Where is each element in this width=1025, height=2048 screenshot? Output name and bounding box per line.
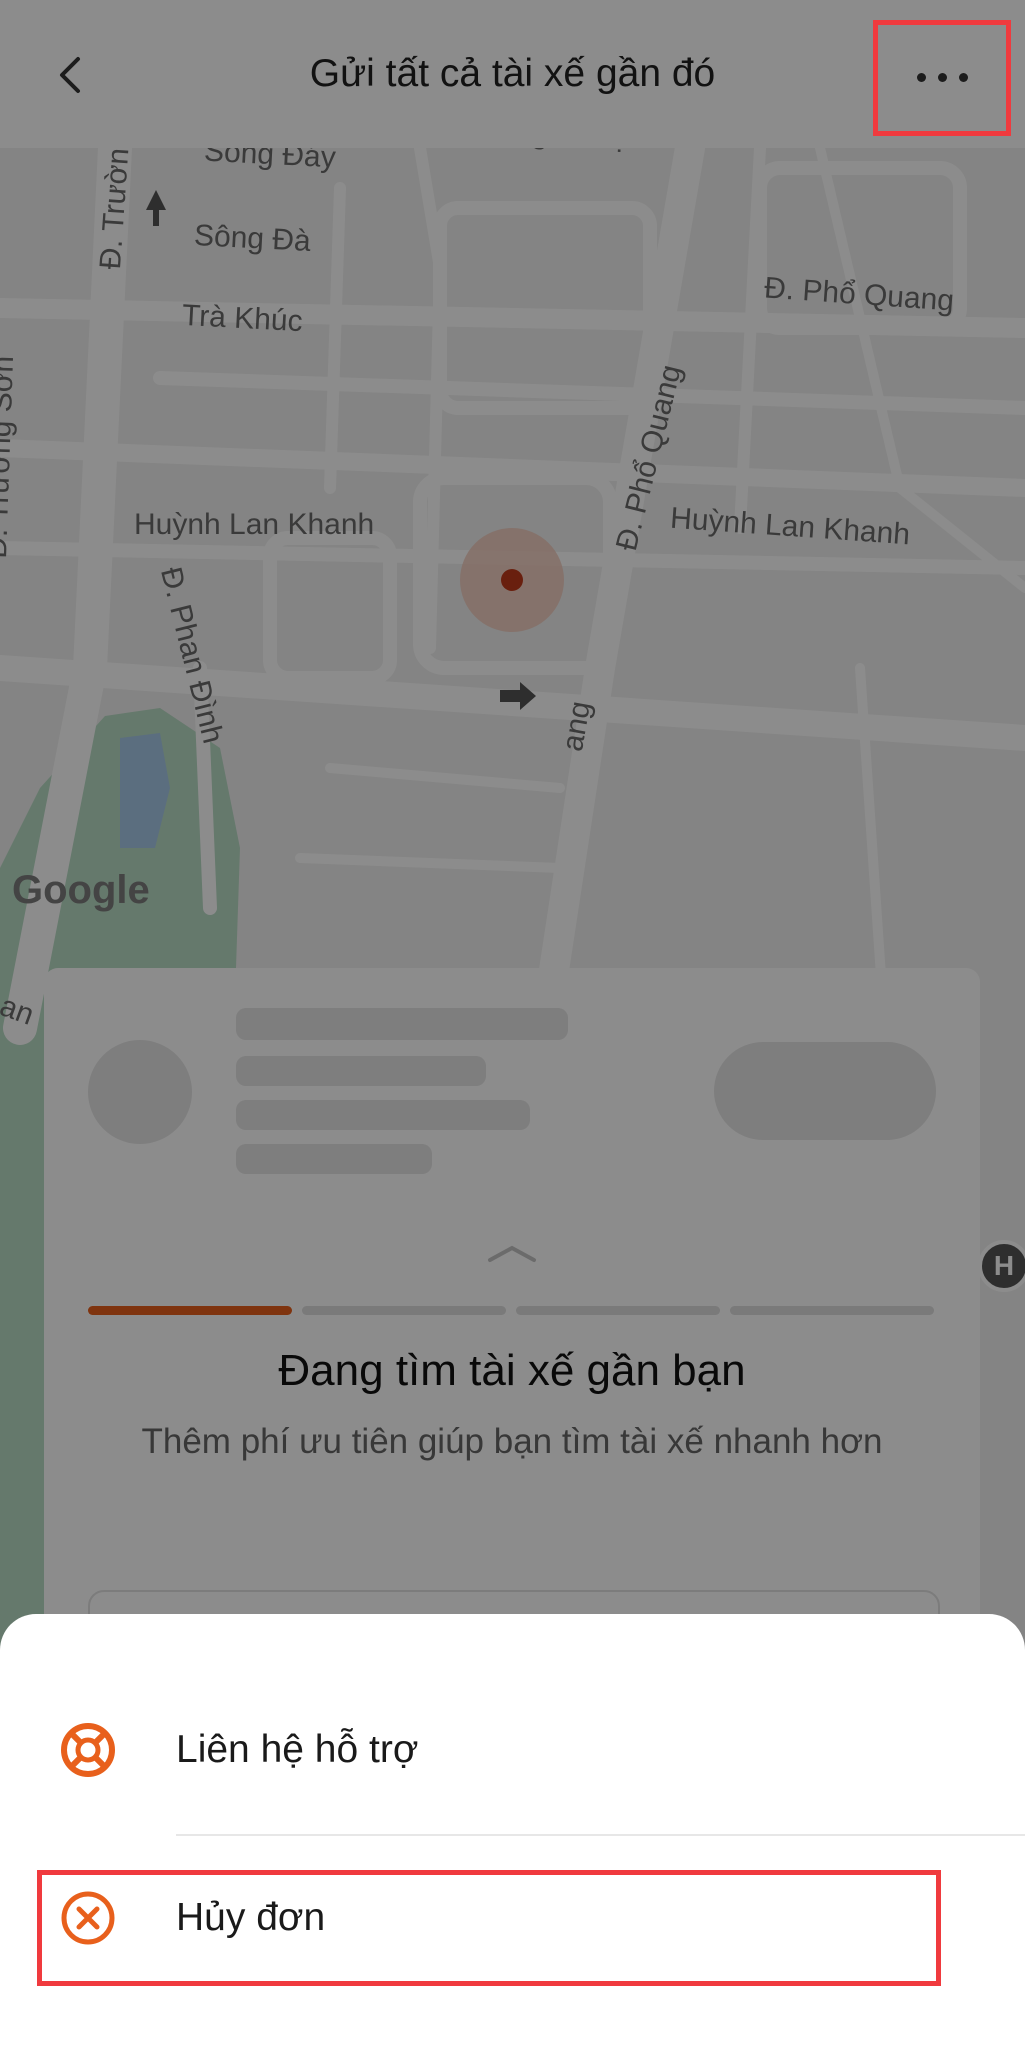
lifebuoy-icon: [58, 1720, 118, 1780]
app-screen: Sông Nhuệ Sông Đáy Sông Đà Trà Khúc Đ. P…: [0, 0, 1025, 2048]
cancel-order-label: Hủy đơn: [176, 1896, 326, 1939]
contact-support-label: Liên hệ hỗ trợ: [176, 1728, 419, 1771]
options-bottom-sheet: Liên hệ hỗ trợ Hủy đơn: [0, 1614, 1025, 2048]
sheet-divider: [176, 1834, 1025, 1836]
cancel-order-option[interactable]: Hủy đơn: [0, 1838, 1025, 1998]
contact-support-option[interactable]: Liên hệ hỗ trợ: [0, 1670, 1025, 1830]
cancel-circle-icon: [58, 1888, 118, 1948]
